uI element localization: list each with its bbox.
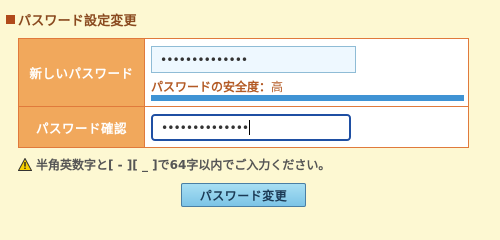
new-password-label: 新しいパスワード — [19, 39, 145, 106]
password-strength-bar-fill — [151, 95, 464, 101]
confirm-password-cell: •••••••••••••• — [145, 107, 468, 147]
section-title: パスワード設定変更 — [6, 10, 137, 29]
password-strength-label: パスワードの安全度： — [151, 80, 272, 94]
change-password-button[interactable]: パスワード変更 — [181, 183, 306, 207]
confirm-password-row: パスワード確認 •••••••••••••• — [19, 107, 468, 147]
password-form-table: 新しいパスワード •••••••••••••• パスワードの安全度：高 パスワー… — [18, 38, 469, 148]
password-strength-bar — [151, 95, 464, 101]
new-password-input[interactable]: •••••••••••••• — [151, 46, 356, 73]
confirm-password-value: •••••••••••••• — [161, 120, 249, 135]
confirm-password-label: パスワード確認 — [19, 107, 145, 147]
new-password-cell: •••••••••••••• パスワードの安全度：高 — [145, 39, 468, 106]
password-strength-value: 高 — [271, 80, 284, 94]
input-notice: 半角英数字と[ - ][ _ ]で64字以内でご入力ください。 — [18, 156, 330, 173]
warning-icon — [18, 158, 32, 171]
section-marker — [6, 15, 15, 24]
new-password-row: 新しいパスワード •••••••••••••• パスワードの安全度：高 — [19, 39, 468, 107]
password-strength: パスワードの安全度：高 — [151, 78, 283, 95]
section-title-text: パスワード設定変更 — [18, 14, 137, 29]
confirm-password-input[interactable]: •••••••••••••• — [151, 114, 351, 141]
new-password-value: •••••••••••••• — [160, 52, 248, 67]
notice-text: 半角英数字と[ - ][ _ ]で64字以内でご入力ください。 — [36, 158, 331, 172]
text-caret — [249, 120, 251, 135]
